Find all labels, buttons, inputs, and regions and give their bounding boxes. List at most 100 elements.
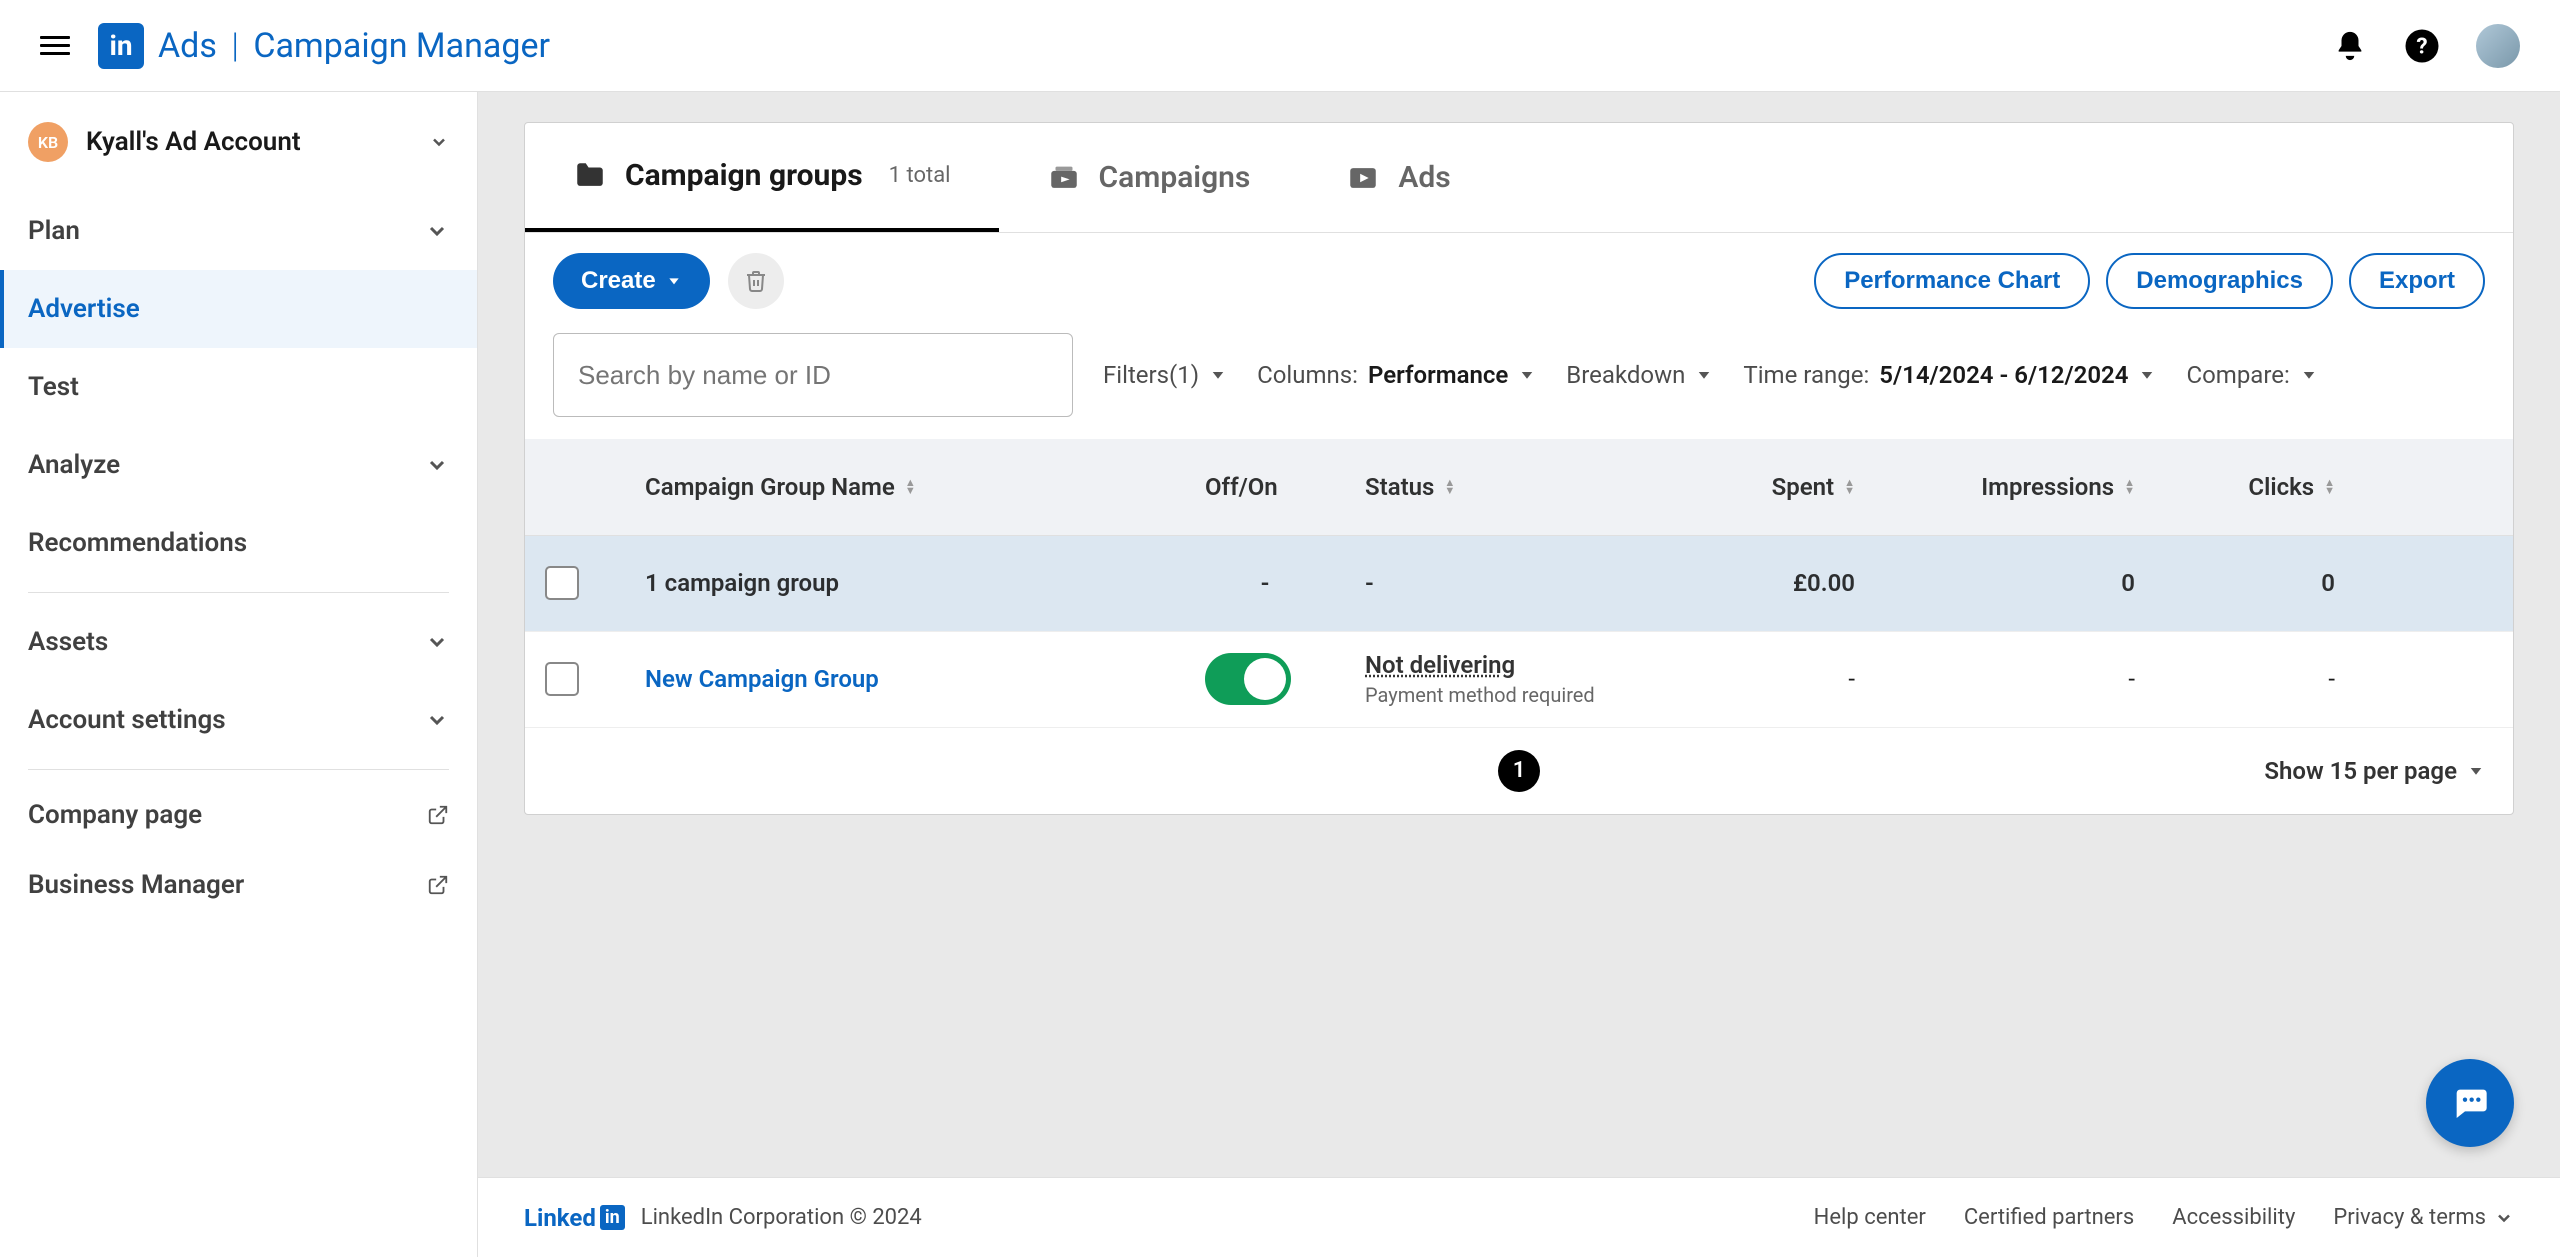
sidebar-item-advertise[interactable]: Advertise [0, 270, 477, 348]
caret-down-icon [666, 273, 682, 289]
footer: Linkedin LinkedIn Corporation © 2024 Hel… [478, 1177, 2560, 1257]
nav-label: Advertise [28, 294, 140, 324]
chevron-down-icon [425, 708, 449, 732]
breakdown-label: Breakdown [1566, 361, 1685, 389]
topbar-right: ? [2332, 24, 2520, 68]
th-name[interactable]: Campaign Group Name ▲▼ [625, 439, 1185, 535]
th-status[interactable]: Status ▲▼ [1345, 439, 1645, 535]
footer-partners[interactable]: Certified partners [1964, 1205, 2134, 1230]
caret-down-icon [1209, 366, 1227, 384]
compare-label: Compare: [2186, 361, 2289, 389]
time-label: Time range: [1743, 361, 1869, 389]
chat-fab[interactable] [2426, 1059, 2514, 1147]
caret-down-icon [1518, 366, 1536, 384]
columns-dropdown[interactable]: Columns: Performance [1257, 361, 1536, 389]
summary-clicks: 0 [2321, 569, 2335, 597]
page-badge[interactable]: 1 [1498, 750, 1540, 792]
sidebar-item-analyze[interactable]: Analyze [0, 426, 477, 504]
sort-icon: ▲▼ [1844, 479, 1855, 495]
btn-label: Demographics [2136, 267, 2303, 295]
per-page-dropdown[interactable]: Show 15 per page [2264, 757, 2485, 785]
chevron-down-icon [425, 453, 449, 477]
nav-label: Analyze [28, 450, 120, 480]
sort-icon: ▲▼ [2324, 479, 2335, 495]
tab-campaign-groups[interactable]: Campaign groups 1 total [525, 123, 999, 232]
nav-label: Assets [28, 627, 108, 657]
th-select [525, 439, 625, 535]
breakdown-dropdown[interactable]: Breakdown [1566, 361, 1713, 389]
notifications-icon[interactable] [2332, 28, 2368, 64]
sort-icon: ▲▼ [1444, 479, 1455, 495]
tab-campaigns[interactable]: Campaigns [999, 123, 1299, 232]
external-icon [427, 804, 449, 826]
chat-icon [2450, 1083, 2490, 1123]
sidebar-item-recommendations[interactable]: Recommendations [0, 504, 477, 582]
footer-privacy[interactable]: Privacy & terms [2333, 1205, 2514, 1230]
search-input[interactable] [553, 333, 1073, 417]
divider [28, 769, 449, 770]
cm-label: Campaign Manager [253, 26, 550, 66]
copyright: LinkedIn Corporation © 2024 [641, 1205, 922, 1230]
campaign-icon [1047, 161, 1081, 195]
summary-offon: - [1261, 569, 1270, 597]
footer-help[interactable]: Help center [1814, 1205, 1926, 1230]
help-icon[interactable]: ? [2404, 28, 2440, 64]
th-rest [2355, 439, 2513, 535]
filters-row: Filters(1) Columns: Performance Breakdow… [525, 329, 2513, 439]
filters-label: Filters(1) [1103, 361, 1199, 389]
link-company-page[interactable]: Company page [0, 780, 477, 850]
nav-label: Plan [28, 216, 80, 246]
sidebar-item-test[interactable]: Test [0, 348, 477, 426]
export-button[interactable]: Export [2349, 253, 2485, 309]
performance-chart-button[interactable]: Performance Chart [1814, 253, 2090, 309]
compare-dropdown[interactable]: Compare: [2186, 361, 2317, 389]
divider [28, 592, 449, 593]
row-status[interactable]: Not delivering [1365, 651, 1625, 679]
footer-accessibility[interactable]: Accessibility [2172, 1205, 2295, 1230]
time-range-dropdown[interactable]: Time range: 5/14/2024 - 6/12/2024 [1743, 361, 2156, 389]
sidebar-item-plan[interactable]: Plan [0, 192, 477, 270]
data-table: Campaign Group Name ▲▼ Off/On Status ▲▼ [525, 439, 2513, 728]
caret-down-icon [2300, 366, 2318, 384]
sidebar: KB Kyall's Ad Account Plan Advertise Tes… [0, 92, 478, 1257]
product-title: Ads | Campaign Manager [158, 26, 550, 66]
row-checkbox[interactable] [545, 662, 579, 696]
sidebar-item-account-settings[interactable]: Account settings [0, 681, 477, 759]
link-label: Business Manager [28, 870, 244, 900]
row-name-link[interactable]: New Campaign Group [645, 665, 879, 693]
th-label: Status [1365, 473, 1434, 501]
avatar[interactable] [2476, 24, 2520, 68]
row-impressions: - [2128, 665, 2135, 693]
create-button[interactable]: Create [553, 253, 710, 309]
folder-icon [573, 159, 607, 193]
per-page-label: Show 15 per page [2264, 757, 2457, 785]
nav-label: Recommendations [28, 528, 247, 558]
th-spent[interactable]: Spent ▲▼ [1645, 439, 1875, 535]
chevron-down-icon [425, 630, 449, 654]
link-business-manager[interactable]: Business Manager [0, 850, 477, 920]
th-impressions[interactable]: Impressions ▲▼ [1875, 439, 2155, 535]
menu-icon[interactable] [40, 36, 70, 55]
caret-down-icon [2467, 762, 2485, 780]
account-switcher[interactable]: KB Kyall's Ad Account [0, 122, 477, 192]
topbar-left: in Ads | Campaign Manager [40, 23, 550, 69]
logo[interactable]: in Ads | Campaign Manager [98, 23, 550, 69]
tab-ads[interactable]: Ads [1298, 123, 1498, 232]
pagination-row: 1 Show 15 per page [525, 728, 2513, 814]
select-all-checkbox[interactable] [545, 566, 579, 600]
toggle-onoff[interactable] [1205, 653, 1291, 705]
account-name: Kyall's Ad Account [86, 127, 411, 157]
filters-dropdown[interactable]: Filters(1) [1103, 361, 1227, 389]
btn-label: Export [2379, 267, 2455, 295]
delete-button[interactable] [728, 253, 784, 309]
nav-label: Test [28, 372, 79, 402]
th-clicks[interactable]: Clicks ▲▼ [2155, 439, 2355, 535]
demographics-button[interactable]: Demographics [2106, 253, 2333, 309]
row-status-sub: Payment method required [1365, 683, 1625, 707]
panel: Campaign groups 1 total Campaigns Ads Cr… [524, 122, 2514, 815]
row-spent: - [1848, 665, 1855, 693]
main: Campaign groups 1 total Campaigns Ads Cr… [478, 92, 2560, 1257]
summary-status: - [1365, 569, 1374, 597]
sidebar-item-assets[interactable]: Assets [0, 603, 477, 681]
row-clicks: - [2328, 665, 2335, 693]
